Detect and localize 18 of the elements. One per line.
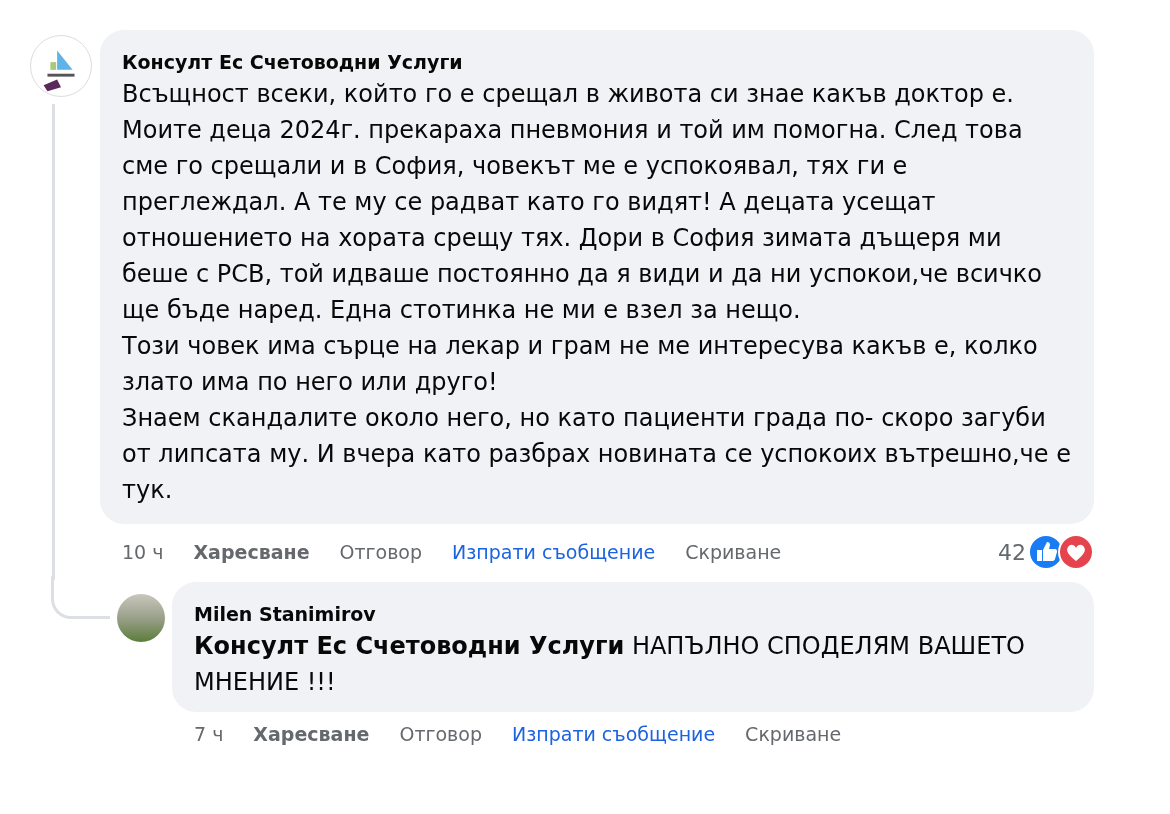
comment-text: Този човек има сърце на лекар и грам не ме интересува какъв е, колко злато има по него или друго! [122, 331, 1039, 398]
comment-action-link[interactable]: Отговор [399, 723, 482, 745]
comment-action-link[interactable]: Изпрати съобщение [452, 541, 656, 563]
comment-action-link[interactable]: Изпрати съобщение [511, 723, 716, 745]
author-name[interactable]: Milen Stanimirov [194, 600, 1072, 628]
comment-time[interactable]: 10 ч [122, 541, 164, 563]
comment-action-link[interactable]: Харесване [193, 541, 310, 563]
comment-text: Знаем скандалите около него, но като пациенти града по- скоро загуби от липсата му. И вчера като разбрах новината се успокоих вътрешно,че е тук. [122, 403, 1072, 506]
comment-time[interactable]: 7 ч [194, 723, 224, 745]
comment-action-link[interactable]: Отговор [339, 541, 423, 563]
author-name[interactable]: Консулт Ес Счетоводни Услуги [122, 48, 1072, 76]
reaction-count[interactable]: 42 [998, 539, 1026, 565]
photo-placeholder[interactable] [117, 594, 165, 642]
comment-action-link[interactable]: Харесване [253, 723, 370, 745]
comment-action-link[interactable]: Скриване [745, 723, 842, 745]
comment-action-link[interactable]: Скриване [685, 541, 782, 563]
comment-text: Консулт Ес Счетоводни Услуги НАПЪЛНО СПОДЕЛЯМ ВАШЕТО МНЕНИЕ !!! [194, 631, 1026, 698]
comment-text: Всъщност всеки, който го е срещал в живота си знае какъв доктор е. Моите деца 2024г. прекараха пневмония и той им помогна. След това сме го срещали и в София, човекът ме е успокоявал, тях ги е преглеждал. А те му се радват като го видят! А децата усещат отношението на хората срещу тях. Дори в София зимата дъщеря ми беше с РСВ, той идваше постоянно да я види и да ни успокои,че всичко ще бъде наред. Една стотинка не ми е взел за нещо. [122, 79, 1044, 326]
